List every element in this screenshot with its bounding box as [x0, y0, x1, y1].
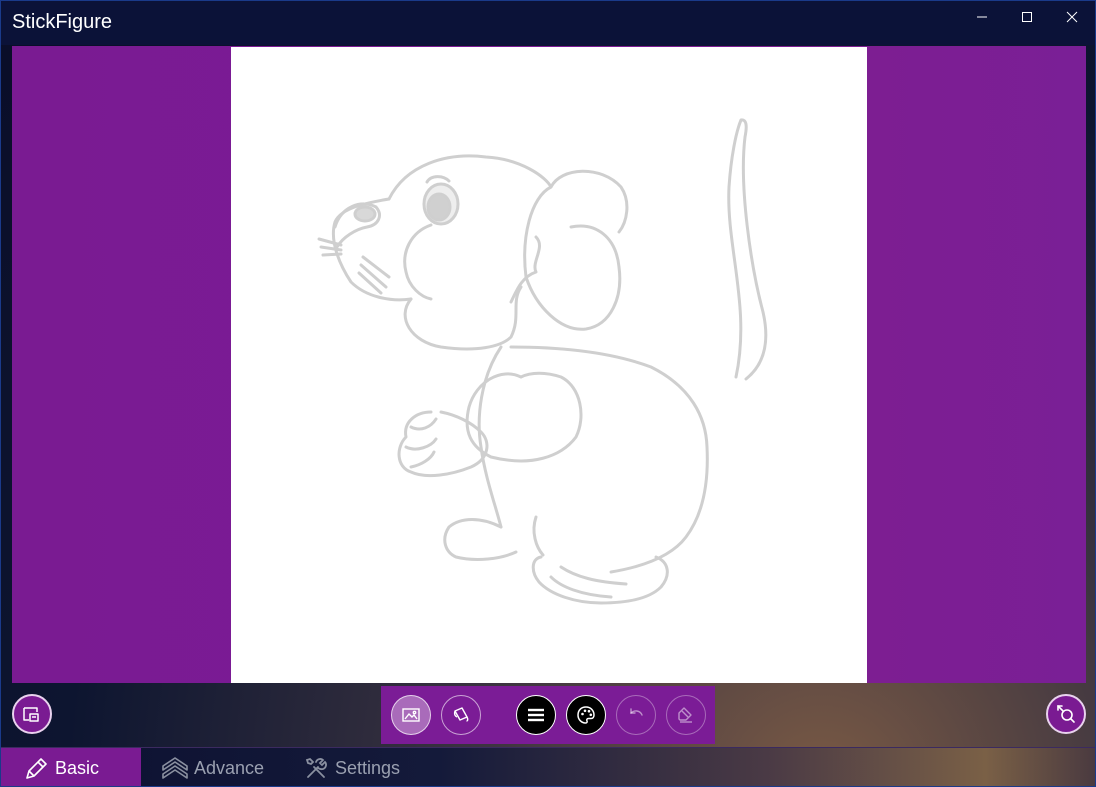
app-window: StickFigure Basic Advance Settings: [0, 0, 1096, 787]
zoom-button[interactable]: [1046, 694, 1086, 734]
undo-icon: [630, 708, 643, 716]
open-file-icon: [23, 707, 39, 722]
minimize-button[interactable]: [959, 1, 1005, 33]
mouse-line-drawing: [317, 118, 768, 605]
tab-settings-label: Settings: [335, 758, 401, 778]
tab-settings[interactable]: Settings: [303, 748, 413, 786]
pencil-icon: [26, 757, 47, 779]
tab-basic[interactable]: Basic: [1, 748, 141, 786]
tab-bar: Basic Advancec Settings: [1, 747, 1095, 786]
eraser-icon: [678, 707, 692, 723]
zoom-icon: [1057, 705, 1075, 723]
open-file-button[interactable]: [12, 694, 52, 734]
chevrons-up-icon: [162, 756, 188, 779]
palette-icon: [577, 706, 595, 724]
image-icon: [402, 708, 420, 722]
app-title: StickFigure: [12, 11, 113, 33]
canvas-area[interactable]: [12, 46, 1086, 683]
drawing-toolbar: [381, 686, 715, 744]
undo-button[interactable]: [616, 695, 656, 735]
maximize-icon: [1022, 12, 1032, 22]
paint-bucket-icon: [453, 707, 469, 722]
drawing-canvas[interactable]: [231, 47, 867, 683]
paint-bucket-button[interactable]: [441, 695, 481, 735]
tab-advanced[interactable]: Advancec: [161, 748, 267, 786]
menu-button[interactable]: [516, 695, 556, 735]
title-bar: StickFigure: [1, 1, 1095, 45]
eraser-button[interactable]: [666, 695, 706, 735]
image-button[interactable]: [391, 695, 431, 735]
palette-button[interactable]: [566, 695, 606, 735]
tab-advanced-label: Advancec: [194, 758, 264, 778]
minimize-icon: [977, 16, 987, 18]
close-icon: [1066, 11, 1078, 23]
maximize-button[interactable]: [1004, 1, 1050, 33]
tab-basic-label: Basic: [55, 758, 100, 778]
hamburger-menu-icon: [528, 708, 544, 722]
close-button[interactable]: [1049, 1, 1095, 33]
tools-icon: [305, 757, 327, 778]
